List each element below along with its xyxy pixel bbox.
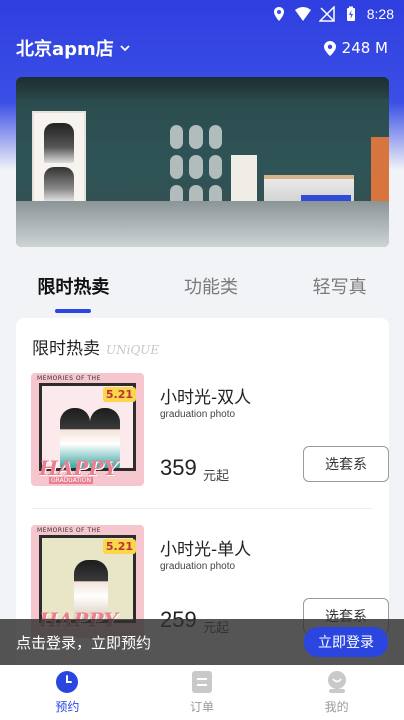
- product-name: 小时光-单人: [160, 540, 252, 560]
- thumb-date: 5.21: [102, 387, 136, 402]
- clock-icon: [56, 671, 79, 693]
- status-time: 8:28: [366, 6, 394, 22]
- store-name: 北京apm店: [16, 39, 114, 60]
- thumb-top-text: MEMORIES OF THE: [37, 527, 101, 534]
- banner-floor: [16, 201, 389, 247]
- poster-figure: [44, 167, 74, 203]
- top-header: 北京apm店 248 M: [0, 28, 404, 68]
- status-bar: 8:28: [0, 0, 404, 28]
- order-icon: [191, 671, 212, 693]
- product-item[interactable]: MEMORIES OF THE 5.21 HAPPY GRADUATION 小时…: [31, 373, 389, 488]
- product-name: 小时光-双人: [160, 388, 252, 408]
- bottom-nav: 预约 订单 我的: [0, 665, 404, 720]
- store-banner-image[interactable]: [16, 77, 389, 247]
- chevron-down-icon: [120, 45, 130, 52]
- distance-indicator: 248 M: [323, 39, 388, 57]
- login-button[interactable]: 立即登录: [304, 627, 388, 657]
- product-thumbnail[interactable]: MEMORIES OF THE 5.21 HAPPY GRADUATION: [31, 373, 144, 486]
- profile-icon: [327, 671, 346, 693]
- nav-item-profile[interactable]: 我的: [297, 670, 377, 715]
- nav-label-orders: 订单: [189, 700, 214, 714]
- store-selector[interactable]: 北京apm店: [16, 35, 130, 61]
- tab-light-portrait[interactable]: 轻写真: [303, 267, 377, 305]
- section-header: 限时热卖 UNiQUE: [16, 318, 389, 359]
- thumb-date: 5.21: [102, 539, 136, 554]
- poster-figure: [44, 123, 74, 163]
- tab-hot-sale[interactable]: 限时热卖: [27, 267, 119, 305]
- banner-ceiling: [16, 77, 389, 99]
- section-subtitle: UNiQUE: [106, 343, 160, 357]
- location-icon: [273, 7, 284, 21]
- thumb-bottom-text: GRADUATION: [49, 477, 93, 484]
- location-pin-icon: [323, 40, 336, 56]
- category-tabs: 限时热卖 功能类 轻写真: [0, 262, 404, 310]
- nav-label-profile: 我的: [324, 700, 349, 714]
- no-signal-icon: [318, 6, 335, 22]
- login-prompt-text: 点击登录，立即预约: [16, 633, 152, 652]
- login-prompt-bar: 点击登录，立即预约 立即登录: [0, 619, 404, 665]
- thumb-top-text: MEMORIES OF THE: [37, 375, 101, 382]
- nav-item-booking[interactable]: 预约: [27, 670, 107, 715]
- select-package-button[interactable]: 选套系: [303, 446, 389, 482]
- product-name-en: graduation photo: [160, 409, 236, 420]
- banner-poster: [32, 111, 86, 209]
- section-title: 限时热卖: [32, 339, 100, 359]
- wifi-icon: [294, 7, 311, 21]
- battery-icon: [346, 6, 355, 21]
- nav-label-booking: 预约: [55, 700, 80, 714]
- product-price-unit: 元起: [203, 469, 230, 484]
- banner-wall-panel: [166, 121, 226, 213]
- product-name-en: graduation photo: [160, 561, 236, 572]
- product-price: 359: [160, 455, 197, 480]
- tab-functional[interactable]: 功能类: [174, 267, 248, 305]
- nav-item-orders[interactable]: 订单: [162, 670, 242, 715]
- distance-text: 248 M: [341, 39, 388, 57]
- divider: [32, 508, 373, 509]
